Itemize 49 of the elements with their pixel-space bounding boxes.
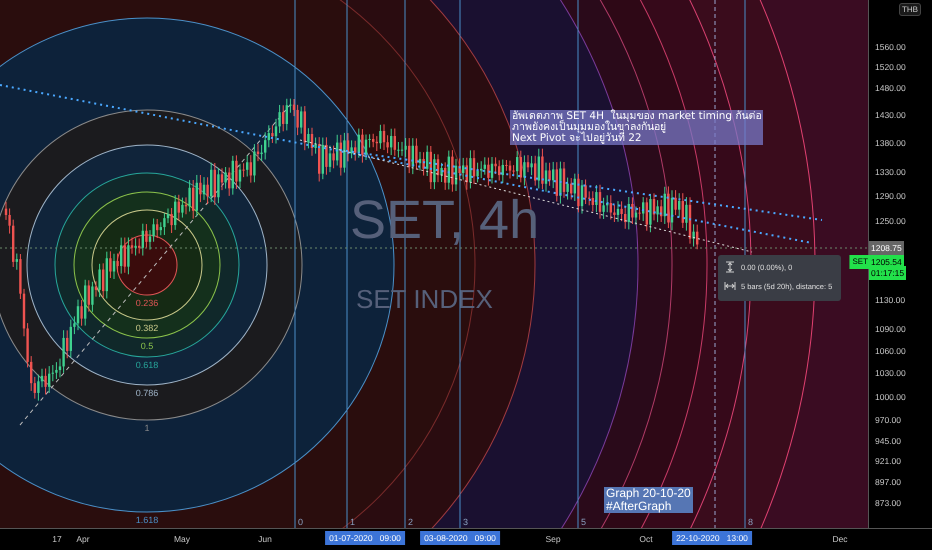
crosshair-price-label: 1208.75 xyxy=(869,240,904,254)
fib-level-label: 1.618 xyxy=(136,515,158,525)
fib-level-label: 0.382 xyxy=(136,323,158,333)
price-tick-label: 1000.00 xyxy=(874,390,907,404)
price-tick-label: 1030.00 xyxy=(874,367,907,380)
date-marker-label: 01-07-2020 09:00 xyxy=(325,531,405,545)
fib-level-label: 1 xyxy=(144,423,150,433)
price-range-icon xyxy=(724,261,736,273)
date-marker-label: 22-10-2020 13:00 xyxy=(672,531,752,545)
cycle-number: 0 xyxy=(298,517,304,527)
price-tick-label: 921.00 xyxy=(874,455,902,468)
time-tick-label: Jun xyxy=(258,534,272,544)
fib-level-label: 0.236 xyxy=(136,298,158,308)
note-line: #AfterGraph xyxy=(606,500,672,513)
time-tick-label: Dec xyxy=(832,534,848,544)
price-tick-label: 1560.00 xyxy=(874,41,907,54)
time-tick-label: Apr xyxy=(76,534,90,544)
price-tick-label: 1250.00 xyxy=(874,215,907,228)
fib-level-label: 0.786 xyxy=(136,388,158,398)
price-tick-label: 1060.00 xyxy=(874,344,907,358)
price-tick-label: 1520.00 xyxy=(874,61,907,74)
cycle-number: 3 xyxy=(463,517,468,527)
price-tick-label: 1430.00 xyxy=(874,109,907,122)
price-tick-label: 1290.00 xyxy=(874,190,907,204)
price-tick-label: 873.00 xyxy=(874,497,902,510)
price-tick-label: 945.00 xyxy=(874,434,902,448)
price-tick-label: 1480.00 xyxy=(874,82,907,96)
time-tick-label: 17 xyxy=(52,534,62,544)
date-marker-label: 03-08-2020 09:00 xyxy=(420,531,500,545)
price-tick-label: 1130.00 xyxy=(874,294,906,308)
price-tick-label: 970.00 xyxy=(874,414,902,428)
time-tick-label: Sep xyxy=(545,534,561,544)
price-tick-label: 1330.00 xyxy=(874,166,907,180)
time-tick-label: May xyxy=(174,534,190,544)
date-range-icon xyxy=(724,280,736,292)
time-tick-label: Oct xyxy=(639,534,653,544)
price-tick-label: 897.00 xyxy=(874,476,902,489)
price-tick-label: 1380.00 xyxy=(874,137,907,150)
currency-badge[interactable]: THB xyxy=(899,3,921,16)
cycle-number: 2 xyxy=(408,517,414,527)
cycle-number: 5 xyxy=(581,517,586,527)
cycle-number: 8 xyxy=(748,517,754,527)
price-tick-label: 1090.00 xyxy=(874,322,907,336)
cycle-number: 1 xyxy=(350,517,356,527)
bar-countdown-label: 01:17:15 xyxy=(869,266,906,280)
fib-level-label: 0.5 xyxy=(140,341,154,351)
symbol-tag: SET xyxy=(849,254,871,268)
note-line: Graph 20-10-20 xyxy=(606,487,691,500)
fib-level-label: 0.618 xyxy=(136,360,158,370)
